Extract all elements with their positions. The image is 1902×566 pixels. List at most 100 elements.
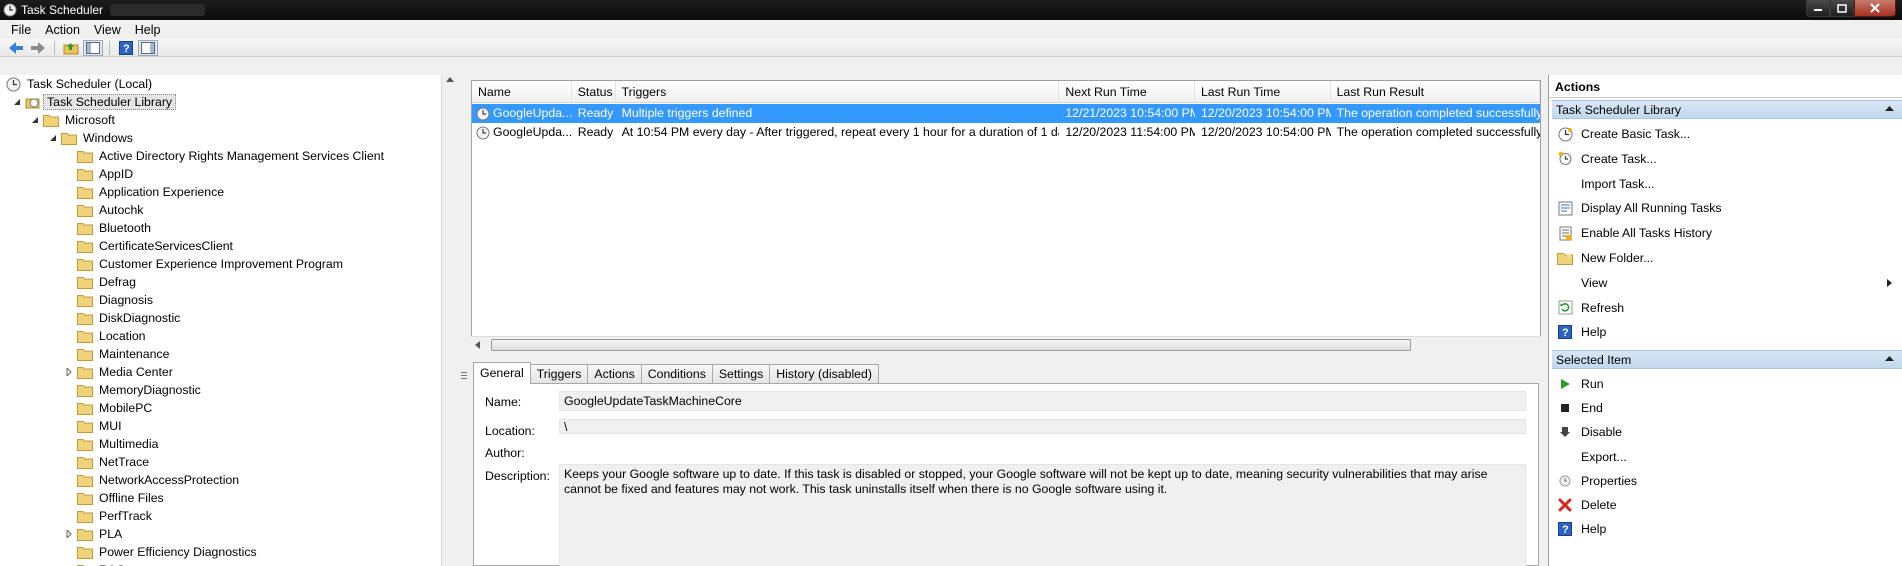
action-refresh[interactable]: Refresh <box>1557 299 1624 317</box>
tab-general[interactable]: General <box>473 362 531 384</box>
action-import-task[interactable]: Import Task... <box>1557 175 1655 193</box>
tree-item-folder[interactable]: Active Directory Rights Management Servi… <box>64 147 387 165</box>
task-cell-status: Ready <box>577 106 614 120</box>
tree-item-root[interactable]: Task Scheduler (Local) <box>6 75 155 93</box>
section-selected-item[interactable]: Selected Item <box>1552 350 1902 369</box>
expanded-arrow-icon[interactable] <box>12 97 22 107</box>
minimize-icon <box>1814 9 1822 11</box>
task-list-horizontal-scrollbar[interactable] <box>471 336 1541 353</box>
tree-item-folder[interactable]: Media Center <box>64 363 176 381</box>
column-header-next-run-time[interactable]: Next Run Time <box>1059 81 1195 103</box>
tree-item-folder[interactable]: Autochk <box>64 201 146 219</box>
action-properties[interactable]: Properties <box>1557 472 1637 490</box>
name-field[interactable]: GoogleUpdateTaskMachineCore <box>559 391 1526 411</box>
action-view[interactable]: View <box>1557 274 1892 292</box>
tree-label: MobilePC <box>99 401 153 415</box>
column-header-last-run-result[interactable]: Last Run Result <box>1331 81 1540 103</box>
tree-item-folder[interactable]: MUI <box>64 417 125 435</box>
tab-settings[interactable]: Settings <box>711 364 771 384</box>
close-button[interactable] <box>1854 0 1896 17</box>
up-one-level-button[interactable] <box>61 40 81 56</box>
tab-triggers[interactable]: Triggers <box>529 364 589 384</box>
description-field[interactable]: Keeps your Google software up to date. I… <box>559 464 1526 566</box>
tree-item-folder[interactable]: NetTrace <box>64 453 152 471</box>
column-header-last-run-time[interactable]: Last Run Time <box>1195 81 1331 103</box>
scroll-left-icon[interactable] <box>475 341 481 349</box>
console-tree-icon <box>86 41 100 54</box>
tree-item-folder[interactable]: Maintenance <box>64 345 172 363</box>
tree-item-folder[interactable]: Defrag <box>64 273 139 291</box>
tab-actions[interactable]: Actions <box>587 364 642 384</box>
folder-icon <box>77 402 93 415</box>
tree-item-library[interactable]: Task Scheduler Library <box>12 93 177 111</box>
tree-item-folder[interactable]: AppID <box>64 165 136 183</box>
tree-item-folder[interactable]: Customer Experience Improvement Program <box>64 255 346 273</box>
collapsed-arrow-icon[interactable] <box>64 529 74 539</box>
column-header-triggers[interactable]: Triggers <box>616 81 1060 103</box>
tree-item-folder[interactable]: Application Experience <box>64 183 227 201</box>
action-create-task[interactable]: Create Task... <box>1557 150 1657 168</box>
collapse-up-icon[interactable] <box>1885 106 1894 112</box>
section-task-scheduler-library[interactable]: Task Scheduler Library <box>1552 100 1902 119</box>
scroll-thumb[interactable] <box>491 339 1411 351</box>
expanded-arrow-icon[interactable] <box>48 133 58 143</box>
tree-item-folder[interactable]: Bluetooth <box>64 219 154 237</box>
pane-splitter[interactable] <box>458 75 470 566</box>
tree-item-folder[interactable]: RAC <box>64 561 128 566</box>
tree-item-folder[interactable]: MemoryDiagnostic <box>64 381 204 399</box>
action-delete[interactable]: Delete <box>1557 496 1617 514</box>
tree-item-microsoft[interactable]: Microsoft <box>30 111 118 129</box>
action-end[interactable]: End <box>1557 399 1603 417</box>
minimize-button[interactable] <box>1806 0 1830 17</box>
forward-button[interactable] <box>28 40 48 56</box>
column-header-status[interactable]: Status <box>572 81 616 103</box>
tree-vertical-scrollbar[interactable] <box>441 75 458 566</box>
name-label: Name: <box>485 395 522 409</box>
show-hide-console-tree-button[interactable] <box>83 39 103 56</box>
tree-item-folder[interactable]: PerfTrack <box>64 507 155 525</box>
task-icon <box>476 126 490 139</box>
tree-item-folder[interactable]: CertificateServicesClient <box>64 237 236 255</box>
tree-item-folder[interactable]: Location <box>64 327 149 345</box>
location-field[interactable]: \ <box>559 419 1526 434</box>
folder-icon <box>77 456 93 469</box>
tree-item-folder[interactable]: PLA <box>64 525 125 543</box>
tab-conditions[interactable]: Conditions <box>640 364 713 384</box>
expanded-arrow-icon[interactable] <box>30 115 40 125</box>
collapse-up-icon[interactable] <box>1885 356 1894 362</box>
task-row[interactable]: GoogleUpda... Ready At 10:54 PM every day … <box>472 123 1540 142</box>
tree-item-folder[interactable]: DiskDiagnostic <box>64 309 183 327</box>
create-basic-task-icon <box>1557 126 1573 142</box>
tree-item-folder[interactable]: Diagnosis <box>64 291 156 309</box>
action-new-folder[interactable]: New Folder... <box>1557 249 1653 267</box>
tree-item-folder[interactable]: Offline Files <box>64 489 167 507</box>
column-header-name[interactable]: Name <box>472 81 572 103</box>
menu-view[interactable]: View <box>87 23 128 37</box>
tree-item-folder[interactable]: Power Efficiency Diagnostics <box>64 543 260 561</box>
menu-file[interactable]: File <box>4 23 38 37</box>
action-help[interactable]: ? Help <box>1557 520 1606 538</box>
help-toolbar-button[interactable]: ? <box>116 40 136 56</box>
tree-item-windows[interactable]: Windows <box>48 129 136 147</box>
action-display-all-running-tasks[interactable]: Display All Running Tasks <box>1557 199 1722 217</box>
action-enable-all-tasks-history[interactable]: Enable All Tasks History <box>1557 224 1712 242</box>
splitter-grip[interactable] <box>461 372 467 381</box>
action-disable[interactable]: Disable <box>1557 423 1622 441</box>
tab-history[interactable]: History (disabled) <box>769 364 879 384</box>
maximize-button[interactable] <box>1830 0 1854 17</box>
collapsed-arrow-icon[interactable] <box>64 367 74 377</box>
menu-help[interactable]: Help <box>128 23 168 37</box>
action-export[interactable]: Export... <box>1557 448 1627 466</box>
tree-item-folder[interactable]: MobilePC <box>64 399 155 417</box>
scroll-up-icon[interactable] <box>446 77 454 83</box>
menu-action[interactable]: Action <box>38 23 87 37</box>
action-help[interactable]: ? Help <box>1557 323 1606 341</box>
tree-item-folder[interactable]: Multimedia <box>64 435 161 453</box>
show-hide-action-pane-button[interactable] <box>138 39 158 56</box>
action-create-basic-task[interactable]: Create Basic Task... <box>1557 125 1690 143</box>
task-row[interactable]: GoogleUpda... Ready Multiple triggers defi… <box>472 104 1540 123</box>
tree-item-folder[interactable]: NetworkAccessProtection <box>64 471 242 489</box>
back-button[interactable] <box>6 40 26 56</box>
action-run[interactable]: Run <box>1557 375 1604 393</box>
action-label: Disable <box>1581 425 1623 440</box>
